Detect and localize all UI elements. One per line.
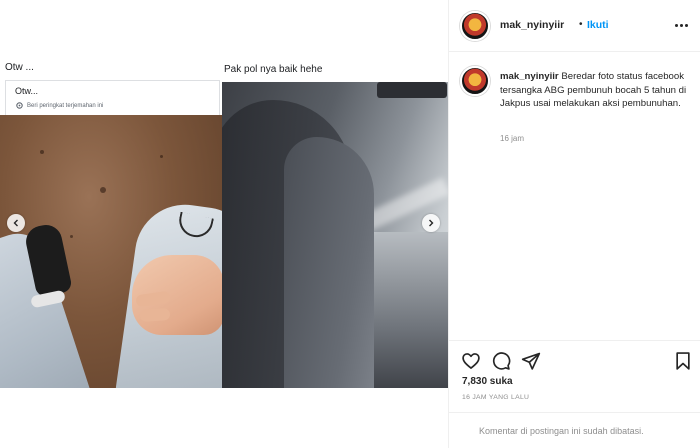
right-image-caption: Pak pol nya baik hehe [224,64,323,75]
left-photo-floor-shoes [0,115,222,388]
post-timestamp[interactable]: 16 JAM YANG LALU [462,394,529,401]
heart-icon [462,353,480,369]
rate-translation-label: Beri peringkat terjemahan ini [27,102,104,109]
bookmark-icon [676,352,690,370]
caption-avatar[interactable] [460,66,490,96]
left-image-caption: Otw ... [5,62,34,73]
follow-button[interactable]: Ikuti [587,19,609,31]
share-icon [521,352,541,370]
more-dot-icon [685,23,688,27]
like-button[interactable] [461,351,481,371]
gear-icon [16,102,23,109]
separator-dot: • [579,19,583,30]
more-dot-icon [675,23,678,27]
right-image-panel: Pak pol nya baik hehe [222,0,448,448]
facebook-status-text: Otw... [15,86,39,96]
header-username[interactable]: mak_nyinyiir [500,19,564,31]
avatar[interactable] [460,11,490,41]
next-image-button[interactable] [422,214,440,232]
post-header: mak_nyinyiir • Ikuti [449,0,700,52]
right-photo-car-interior [222,82,448,388]
right-status-header: Pak pol nya baik hehe [222,0,448,82]
caption-timestamp: 16 jam [500,134,525,143]
dashboard [372,232,448,388]
comment-button[interactable] [491,351,511,371]
post-media[interactable]: Otw ... Otw... Beri peringkat terjemahan… [0,0,448,448]
share-button[interactable] [521,351,541,371]
save-button[interactable] [673,351,693,371]
rearview-mirror [377,82,447,98]
previous-image-button[interactable] [7,214,25,232]
caption-username[interactable]: mak_nyinyiir [500,71,559,82]
chevron-right-icon [429,219,434,227]
left-status-header: Otw ... Otw... Beri peringkat terjemahan… [0,0,222,115]
more-options-button[interactable] [675,18,691,32]
action-bar [449,340,700,378]
comment-icon [492,352,511,370]
media-bottom-strip [0,388,448,448]
car-seat-edge [284,137,374,388]
post-sidebar: mak_nyinyiir • Ikuti mak_nyinyiir Bereda… [448,0,700,448]
post-caption: mak_nyinyiir Beredar foto status faceboo… [500,70,690,111]
like-count[interactable]: 7,830 suka [462,376,513,387]
comment-section: Komentar di postingan ini sudah dibatasi… [449,412,700,448]
left-image-panel: Otw ... Otw... Beri peringkat terjemahan… [0,0,222,448]
facebook-status-box: Otw... Beri peringkat terjemahan ini [5,80,220,115]
rate-translation-row: Beri peringkat terjemahan ini [15,101,103,110]
chevron-left-icon [13,219,18,227]
more-dot-icon [680,23,683,27]
comments-restricted-notice: Komentar di postingan ini sudah dibatasi… [479,426,644,436]
